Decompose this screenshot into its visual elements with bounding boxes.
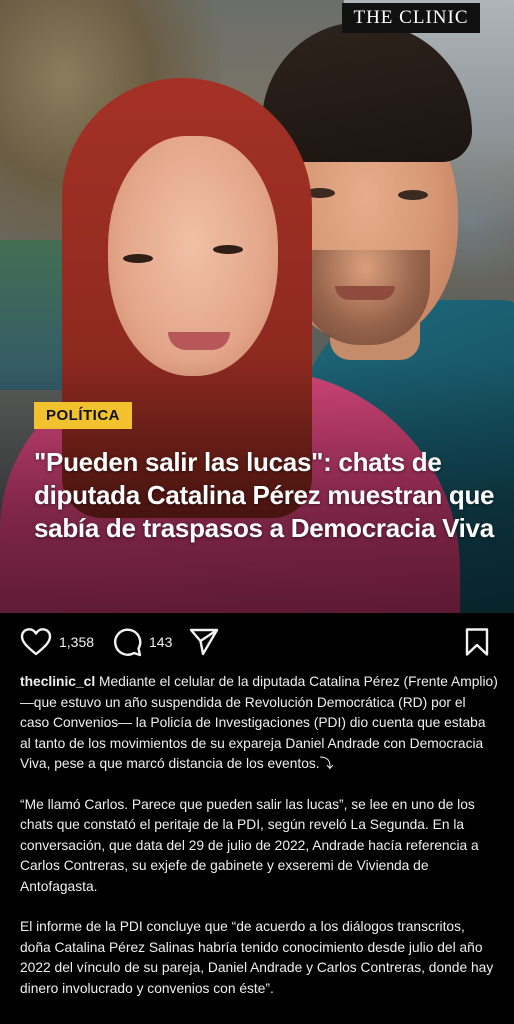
brand-logo: THE CLINIC [342, 3, 480, 33]
comment-button[interactable]: 143 [112, 627, 172, 657]
post-headline: "Pueden salir las lucas": chats de diput… [34, 447, 495, 543]
save-button[interactable] [464, 627, 490, 657]
man-eye-right [398, 190, 428, 200]
post-caption: theclinic_cl Mediante el celular de la d… [20, 672, 498, 1019]
comment-icon[interactable] [112, 627, 142, 657]
bookmark-icon[interactable] [464, 627, 490, 657]
like-count[interactable]: 1,358 [59, 634, 94, 650]
action-bar: 1,358 143 [0, 613, 514, 673]
caption-paragraph-2: “Me llamó Carlos. Parece que pueden sali… [20, 796, 479, 894]
post-image[interactable]: THE CLINIC POLÍTICA "Pueden salir las lu… [0, 0, 514, 613]
caption-paragraph-3: El informe de la PDI concluye que “de ac… [20, 919, 494, 996]
woman-eye-right [213, 245, 243, 254]
arrow-down-emoji-icon: ⤵ [319, 756, 334, 771]
man-mouth [335, 286, 395, 300]
like-button[interactable]: 1,358 [20, 627, 94, 657]
caption-paragraph-1: theclinic_cl Mediante el celular de la d… [20, 672, 498, 775]
woman-mouth [168, 332, 230, 350]
comment-count[interactable]: 143 [149, 634, 172, 650]
caption-username[interactable]: theclinic_cl [20, 674, 95, 689]
share-button[interactable] [188, 627, 220, 657]
share-icon[interactable] [188, 627, 220, 657]
category-badge: POLÍTICA [34, 402, 132, 429]
heart-icon[interactable] [20, 627, 52, 657]
woman-eye-left [123, 254, 153, 263]
